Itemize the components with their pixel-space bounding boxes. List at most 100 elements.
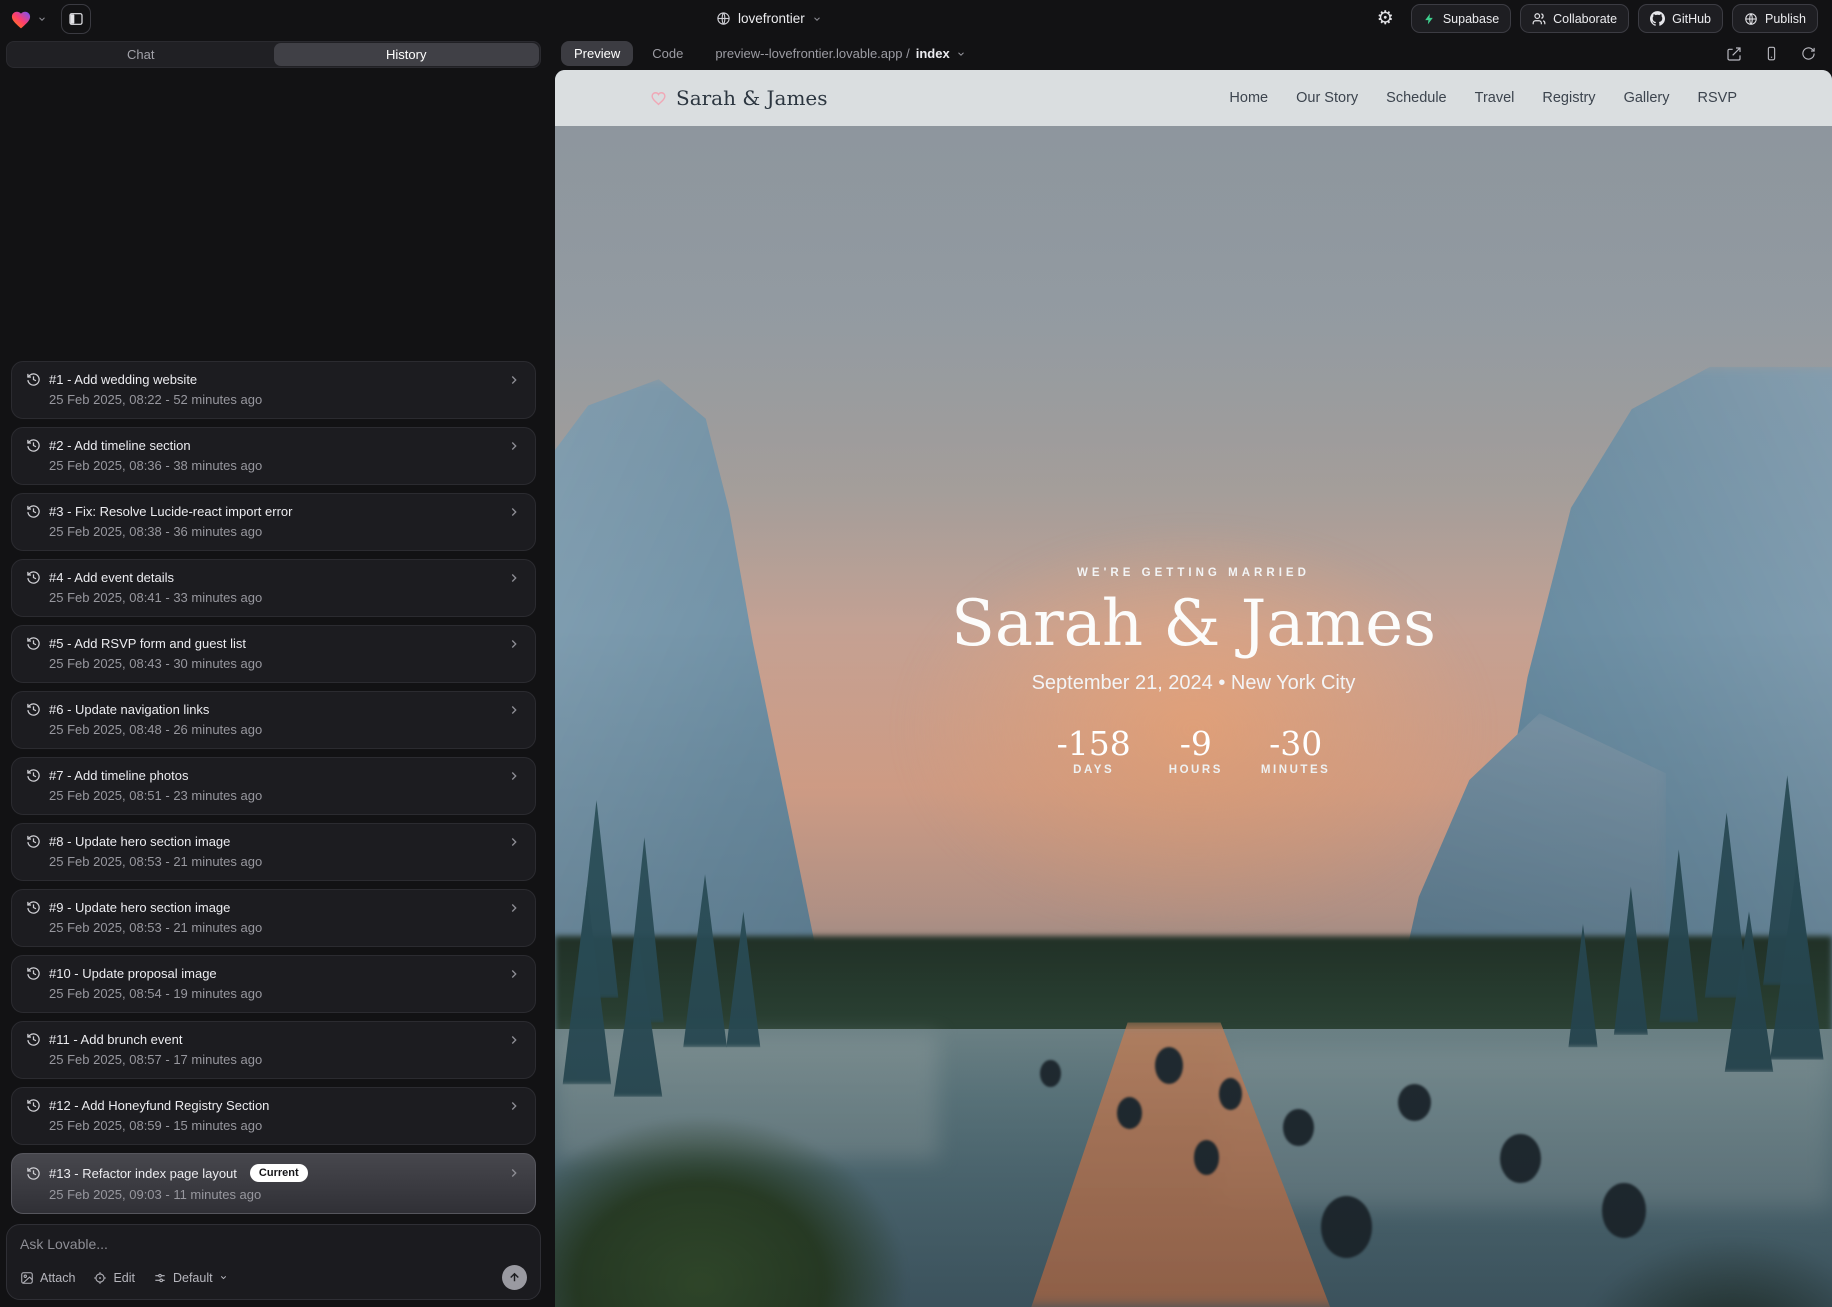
site-nav-link[interactable]: RSVP: [1698, 90, 1738, 106]
chevron-right-icon: [507, 1099, 521, 1113]
site-nav: Home Our Story Schedule Travel Registry Galle…: [1229, 90, 1737, 106]
panel-left-icon: [68, 11, 84, 27]
sidebar-toggle-button[interactable]: [61, 4, 91, 34]
history-item-meta: 25 Feb 2025, 08:22 - 52 minutes ago: [49, 392, 521, 407]
supabase-button[interactable]: Supabase: [1411, 4, 1511, 33]
history-icon: [26, 702, 41, 717]
send-button[interactable]: [502, 1265, 527, 1290]
github-button[interactable]: GitHub: [1638, 4, 1723, 33]
open-external-button[interactable]: [1726, 46, 1742, 62]
mode-label: Default: [173, 1271, 213, 1285]
history-item[interactable]: #8 - Update hero section image 25 Feb 20…: [11, 823, 536, 881]
publish-button[interactable]: Publish: [1732, 4, 1818, 33]
history-item-title: #12 - Add Honeyfund Registry Section: [49, 1098, 269, 1113]
history-item-meta: 25 Feb 2025, 08:38 - 36 minutes ago: [49, 524, 521, 539]
hero-eyebrow: WE'RE GETTING MARRIED: [1077, 567, 1310, 579]
chevron-down-icon: [37, 14, 47, 24]
history-icon: [26, 900, 41, 915]
tab-code[interactable]: Code: [642, 41, 693, 66]
site-nav-link[interactable]: Our Story: [1296, 90, 1358, 106]
refresh-button[interactable]: [1801, 46, 1816, 61]
ask-lovable-input[interactable]: [20, 1236, 527, 1252]
github-icon: [1650, 11, 1665, 26]
history-item-title: #5 - Add RSVP form and guest list: [49, 636, 246, 651]
site-brand-name: Sarah & James: [676, 86, 828, 110]
history-item-title: #4 - Add event details: [49, 570, 174, 585]
history-item[interactable]: #4 - Add event details 25 Feb 2025, 08:4…: [11, 559, 536, 617]
history-item[interactable]: #3 - Fix: Resolve Lucide-react import er…: [11, 493, 536, 551]
history-icon: [26, 372, 41, 387]
countdown-value: -158: [1057, 727, 1131, 760]
history-item[interactable]: #13 - Refactor index page layout Current…: [11, 1153, 536, 1214]
history-icon: [26, 966, 41, 981]
history-item-meta: 25 Feb 2025, 08:36 - 38 minutes ago: [49, 458, 521, 473]
site-nav-link[interactable]: Travel: [1475, 90, 1515, 106]
mode-select-button[interactable]: Default: [153, 1271, 228, 1285]
site-brand[interactable]: Sarah & James: [650, 86, 828, 110]
history-item-title: #1 - Add wedding website: [49, 372, 197, 387]
history-item-meta: 25 Feb 2025, 08:43 - 30 minutes ago: [49, 656, 521, 671]
mobile-view-button[interactable]: [1764, 46, 1779, 61]
collaborate-button[interactable]: Collaborate: [1520, 4, 1629, 33]
history-item-meta: 25 Feb 2025, 09:03 - 11 minutes ago: [49, 1187, 521, 1202]
site-nav-link[interactable]: Registry: [1542, 90, 1595, 106]
history-item[interactable]: #9 - Update hero section image 25 Feb 20…: [11, 889, 536, 947]
sliders-icon: [153, 1271, 167, 1285]
tab-chat[interactable]: Chat: [8, 43, 274, 66]
countdown-label: HOURS: [1169, 764, 1223, 776]
history-icon: [26, 438, 41, 453]
history-icon: [26, 636, 41, 651]
lovable-logo-menu[interactable]: [10, 9, 47, 29]
history-item-title: #3 - Fix: Resolve Lucide-react import er…: [49, 504, 292, 519]
chat-history-sidebar: Chat History #1 - Add wedding website 25…: [0, 37, 547, 1307]
history-icon: [26, 1032, 41, 1047]
history-item[interactable]: #11 - Add brunch event 25 Feb 2025, 08:5…: [11, 1021, 536, 1079]
history-icon: [26, 570, 41, 585]
hero-subtitle: September 21, 2024 • New York City: [1032, 672, 1356, 695]
attach-button[interactable]: Attach: [20, 1271, 75, 1285]
history-item[interactable]: #12 - Add Honeyfund Registry Section 25 …: [11, 1087, 536, 1145]
tab-preview[interactable]: Preview: [561, 41, 633, 66]
site-nav-link[interactable]: Schedule: [1386, 90, 1446, 106]
preview-url[interactable]: preview--lovefrontier.lovable.app / inde…: [715, 46, 965, 61]
history-item-meta: 25 Feb 2025, 08:53 - 21 minutes ago: [49, 854, 521, 869]
chevron-right-icon: [507, 835, 521, 849]
history-item[interactable]: #7 - Add timeline photos 25 Feb 2025, 08…: [11, 757, 536, 815]
history-item-title: #2 - Add timeline section: [49, 438, 191, 453]
app-topbar: lovefrontier ⚙ Supabase Collaborate GitH…: [0, 0, 1832, 37]
history-item[interactable]: #10 - Update proposal image 25 Feb 2025,…: [11, 955, 536, 1013]
image-icon: [20, 1271, 34, 1285]
refresh-icon: [1801, 46, 1816, 61]
sidebar-tabs: Chat History: [6, 41, 541, 68]
edit-button[interactable]: Edit: [93, 1271, 135, 1285]
history-item-meta: 25 Feb 2025, 08:48 - 26 minutes ago: [49, 722, 521, 737]
history-icon: [26, 504, 41, 519]
settings-gear-icon[interactable]: ⚙: [1371, 7, 1400, 30]
publish-label: Publish: [1765, 12, 1806, 26]
history-item[interactable]: #2 - Add timeline section 25 Feb 2025, 0…: [11, 427, 536, 485]
history-item-title: #11 - Add brunch event: [49, 1032, 182, 1047]
hero-title: Sarah & James: [951, 589, 1436, 659]
attach-label: Attach: [40, 1271, 75, 1285]
chevron-down-icon: [956, 49, 966, 59]
chevron-right-icon: [507, 769, 521, 783]
project-selector[interactable]: lovefrontier: [716, 0, 822, 37]
project-name: lovefrontier: [738, 11, 805, 26]
preview-panel: Preview Code preview--lovefrontier.lovab…: [547, 37, 1832, 1307]
history-list: #1 - Add wedding website 25 Feb 2025, 08…: [6, 361, 541, 1214]
crosshair-icon: [93, 1271, 107, 1285]
site-nav-link[interactable]: Home: [1229, 90, 1268, 106]
smartphone-icon: [1764, 46, 1779, 61]
collaborate-label: Collaborate: [1553, 12, 1617, 26]
composer: Attach Edit Default: [6, 1224, 541, 1300]
history-item-title: #6 - Update navigation links: [49, 702, 209, 717]
site-nav-link[interactable]: Gallery: [1624, 90, 1670, 106]
history-item[interactable]: #1 - Add wedding website 25 Feb 2025, 08…: [11, 361, 536, 419]
github-label: GitHub: [1672, 12, 1711, 26]
history-item-title: #10 - Update proposal image: [49, 966, 217, 981]
history-item[interactable]: #5 - Add RSVP form and guest list 25 Feb…: [11, 625, 536, 683]
chevron-right-icon: [507, 439, 521, 453]
history-item[interactable]: #6 - Update navigation links 25 Feb 2025…: [11, 691, 536, 749]
chevron-right-icon: [507, 901, 521, 915]
tab-history[interactable]: History: [274, 43, 540, 66]
